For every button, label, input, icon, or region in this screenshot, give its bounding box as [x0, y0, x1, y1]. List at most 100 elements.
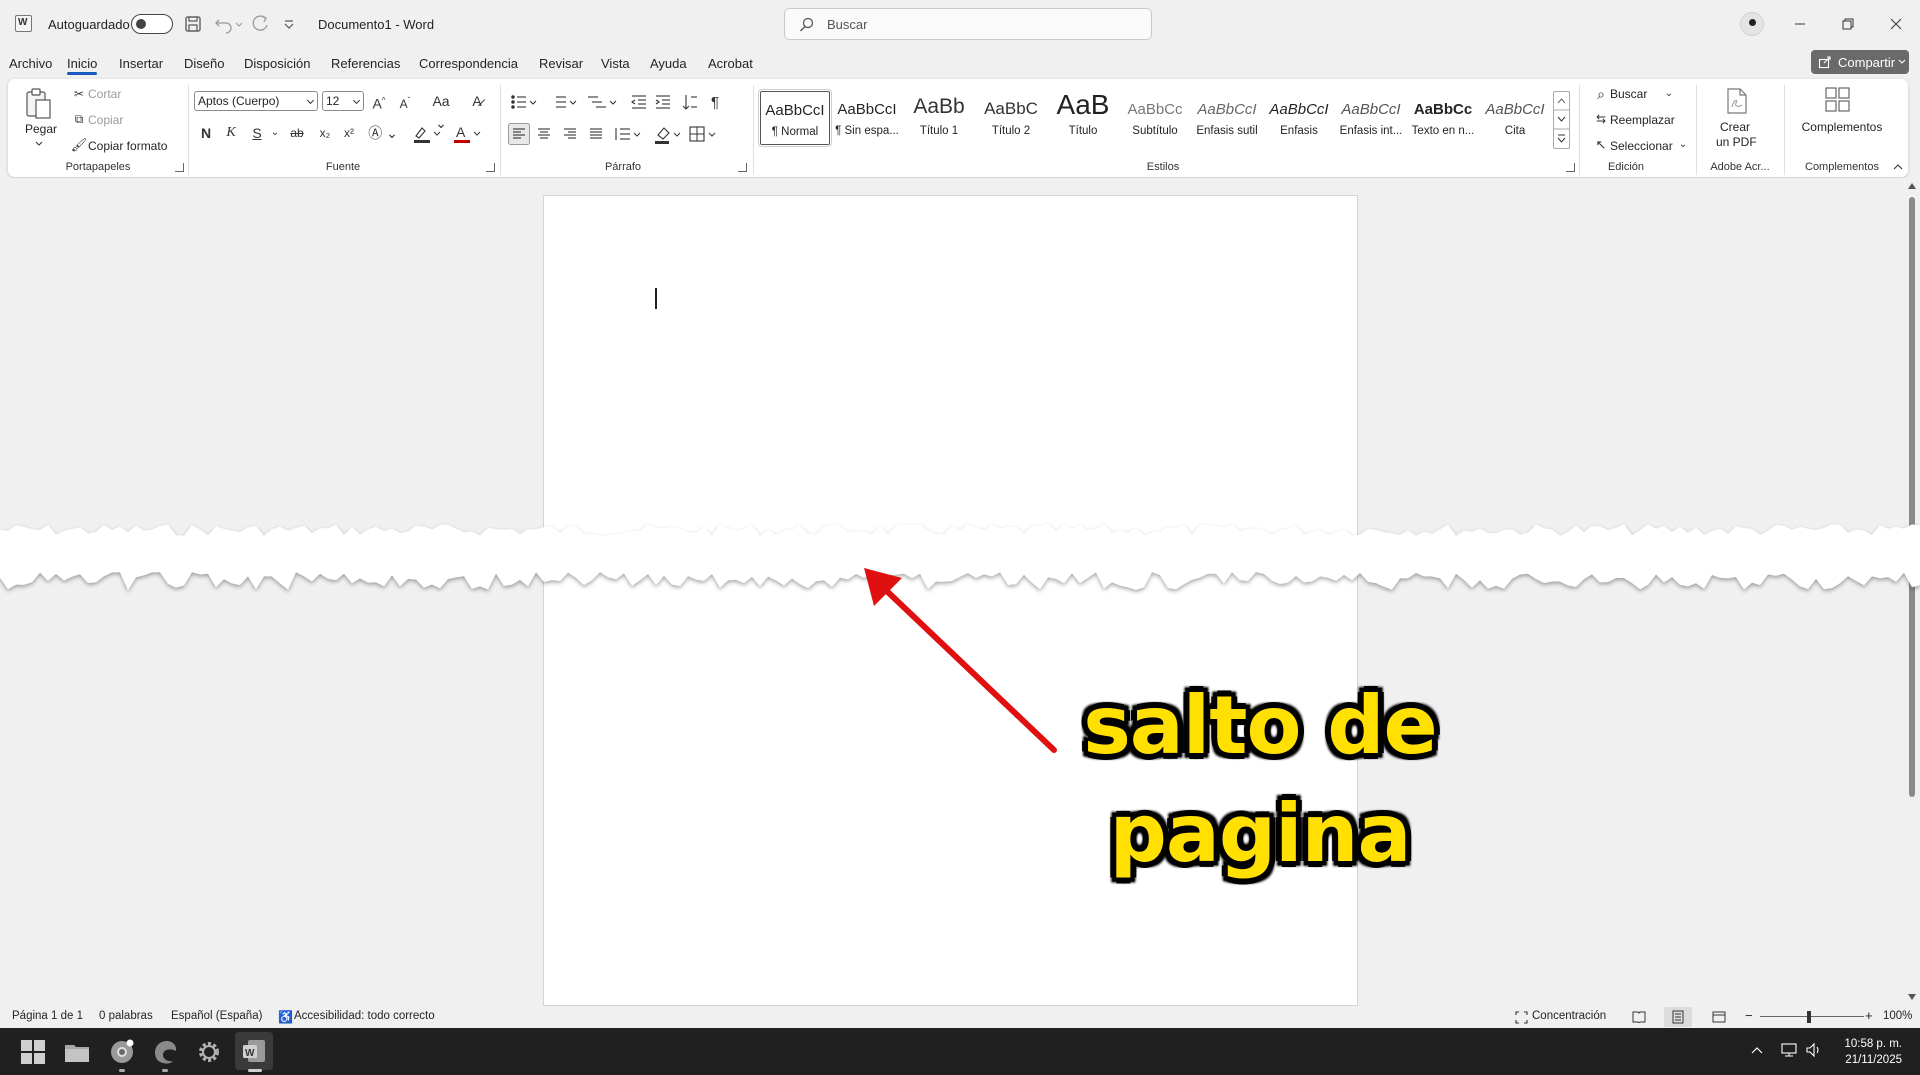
zoom-out-icon[interactable]: − — [1745, 1008, 1753, 1023]
page-count[interactable]: Página 1 de 1 — [12, 1010, 83, 1022]
autosave-toggle[interactable] — [131, 14, 173, 34]
language-indicator[interactable]: Español (España) — [171, 1010, 262, 1022]
styles-gallery-scroll[interactable] — [1553, 91, 1570, 149]
word-count[interactable]: 0 palabras — [99, 1010, 153, 1022]
scroll-down-icon[interactable] — [1908, 994, 1916, 1000]
network-icon[interactable] — [1781, 1042, 1799, 1058]
close-icon[interactable] — [1884, 12, 1908, 36]
find-label[interactable]: Buscar — [1610, 87, 1647, 101]
tray-chevron-up-icon[interactable] — [1751, 1046, 1763, 1054]
tab-revisar[interactable]: Revisar — [539, 56, 583, 71]
redo-icon[interactable] — [248, 12, 272, 36]
windows-start-icon[interactable] — [19, 1038, 47, 1066]
scroll-up-icon[interactable] — [1908, 183, 1916, 189]
collapse-ribbon-icon[interactable] — [1893, 163, 1903, 170]
tab-acrobat[interactable]: Acrobat — [708, 56, 753, 71]
copy-label[interactable]: Copiar — [88, 113, 123, 127]
paste-icon[interactable] — [24, 87, 54, 121]
tab-disposicion[interactable]: Disposición — [244, 56, 310, 71]
style-quote[interactable]: AaBbCcI Cita — [1480, 91, 1550, 145]
tab-referencias[interactable]: Referencias — [331, 56, 400, 71]
cut-label[interactable]: Cortar — [88, 87, 121, 101]
zoom-slider[interactable] — [1760, 1016, 1864, 1017]
style-no-spacing[interactable]: AaBbCcI ¶ Sin espa... — [832, 91, 902, 145]
style-subtle-emphasis[interactable]: AaBbCcI Énfasis sutil — [1192, 91, 1262, 145]
file-explorer-icon[interactable] — [63, 1038, 91, 1066]
change-case-button[interactable]: Aa ⌄ — [426, 90, 456, 131]
zoom-slider-thumb[interactable] — [1807, 1011, 1811, 1023]
select-dropdown-icon[interactable]: ⌄ — [1672, 134, 1694, 156]
underline-dropdown-icon[interactable]: ⌄ — [264, 122, 286, 144]
tab-correspondencia[interactable]: Correspondencia — [419, 56, 518, 71]
read-mode-icon[interactable] — [1632, 1011, 1646, 1023]
undo-dropdown-icon[interactable] — [232, 12, 246, 36]
word-taskbar-button[interactable]: W — [235, 1032, 273, 1070]
zoom-in-icon[interactable]: + — [1865, 1008, 1873, 1023]
style-heading-1[interactable]: AaBb Título 1 — [904, 91, 974, 145]
subscript-button[interactable]: x₂ — [314, 122, 336, 144]
paste-label[interactable]: Pegar — [25, 122, 57, 136]
zoom-level[interactable]: 100% — [1883, 1010, 1912, 1022]
tab-ayuda[interactable]: Ayuda — [650, 56, 687, 71]
font-color-icon[interactable]: A — [452, 123, 482, 145]
system-clock[interactable]: 10:58 p. m. 21/11/2025 — [1844, 1036, 1902, 1068]
copy-icon[interactable]: ⧉ — [68, 108, 90, 130]
style-title[interactable]: AaB Título — [1048, 89, 1118, 145]
style-emphasis[interactable]: AaBbCcI Énfasis — [1264, 91, 1334, 145]
focus-icon[interactable] — [1515, 1011, 1528, 1024]
format-painter-label[interactable]: Copiar formato — [88, 139, 167, 153]
print-layout-button[interactable] — [1664, 1007, 1692, 1027]
accessibility-status[interactable]: Accesibilidad: todo correcto — [294, 1010, 435, 1022]
restore-icon[interactable] — [1836, 12, 1860, 36]
styles-launcher-icon[interactable] — [1566, 163, 1575, 172]
addins-label[interactable]: Complementos — [1784, 120, 1900, 134]
find-icon[interactable]: ⌕ — [1590, 83, 1612, 105]
clipboard-launcher-icon[interactable] — [175, 163, 184, 172]
cut-icon[interactable]: ✂ — [68, 83, 90, 105]
grow-font-icon[interactable]: A^ — [368, 90, 390, 112]
create-pdf-icon[interactable] — [1724, 87, 1750, 115]
customize-qat-icon[interactable] — [280, 12, 298, 36]
settings-gear-icon[interactable] — [195, 1038, 223, 1066]
tab-insertar[interactable]: Insertar — [119, 56, 163, 71]
addins-icon[interactable] — [1824, 86, 1852, 114]
style-strong[interactable]: AaBbCc Texto en n... — [1408, 91, 1478, 145]
web-layout-icon[interactable] — [1712, 1011, 1726, 1023]
edge-icon[interactable] — [151, 1038, 179, 1066]
volume-icon[interactable] — [1805, 1042, 1823, 1058]
strikethrough-button[interactable]: ab — [286, 122, 308, 144]
font-size-select[interactable]: 12 — [322, 91, 364, 111]
shrink-font-icon[interactable]: Aˇ — [394, 90, 416, 112]
create-pdf-label-2[interactable]: un PDF — [1716, 135, 1757, 149]
minimize-icon[interactable] — [1788, 12, 1812, 36]
create-pdf-label-1[interactable]: Crear — [1720, 120, 1750, 134]
tab-diseno[interactable]: Diseño — [184, 56, 224, 71]
font-name-select[interactable]: Aptos (Cuerpo) — [194, 91, 318, 111]
superscript-button[interactable]: x² — [338, 122, 360, 144]
clear-format-icon[interactable]: A̷ — [466, 90, 488, 112]
replace-label[interactable]: Reemplazar — [1610, 113, 1675, 127]
style-heading-2[interactable]: AaBbC Título 2 — [976, 91, 1046, 145]
select-icon[interactable]: ↖ — [1590, 134, 1612, 156]
style-intense-emphasis[interactable]: AaBbCcI Énfasis int... — [1336, 91, 1406, 145]
format-painter-icon[interactable]: 🖌 — [68, 134, 90, 156]
chrome-icon[interactable] — [108, 1038, 136, 1066]
search-input[interactable]: Buscar — [784, 8, 1152, 40]
bold-button[interactable]: N — [195, 122, 217, 144]
scroll-thumb[interactable] — [1909, 197, 1915, 797]
style-subtitle[interactable]: AaBbCc Subtítulo — [1120, 91, 1190, 145]
tab-archivo[interactable]: Archivo — [9, 56, 52, 71]
replace-icon[interactable]: ⇆ — [1590, 108, 1612, 130]
highlight-color-icon[interactable] — [412, 123, 442, 145]
focus-mode-label[interactable]: Concentración — [1532, 1010, 1606, 1022]
font-launcher-icon[interactable] — [486, 163, 495, 172]
italic-button[interactable]: K — [220, 122, 242, 144]
tab-inicio[interactable]: Inicio — [67, 56, 98, 75]
text-effects-icon[interactable]: Ⓐ ⌄ — [368, 122, 398, 144]
find-dropdown-icon[interactable]: ⌄ — [1658, 83, 1680, 105]
share-button[interactable]: Compartir — [1811, 50, 1909, 74]
select-label[interactable]: Seleccionar — [1610, 139, 1673, 153]
avatar[interactable] — [1740, 12, 1764, 36]
tab-vista[interactable]: Vista — [601, 56, 630, 71]
save-icon[interactable] — [181, 12, 205, 36]
